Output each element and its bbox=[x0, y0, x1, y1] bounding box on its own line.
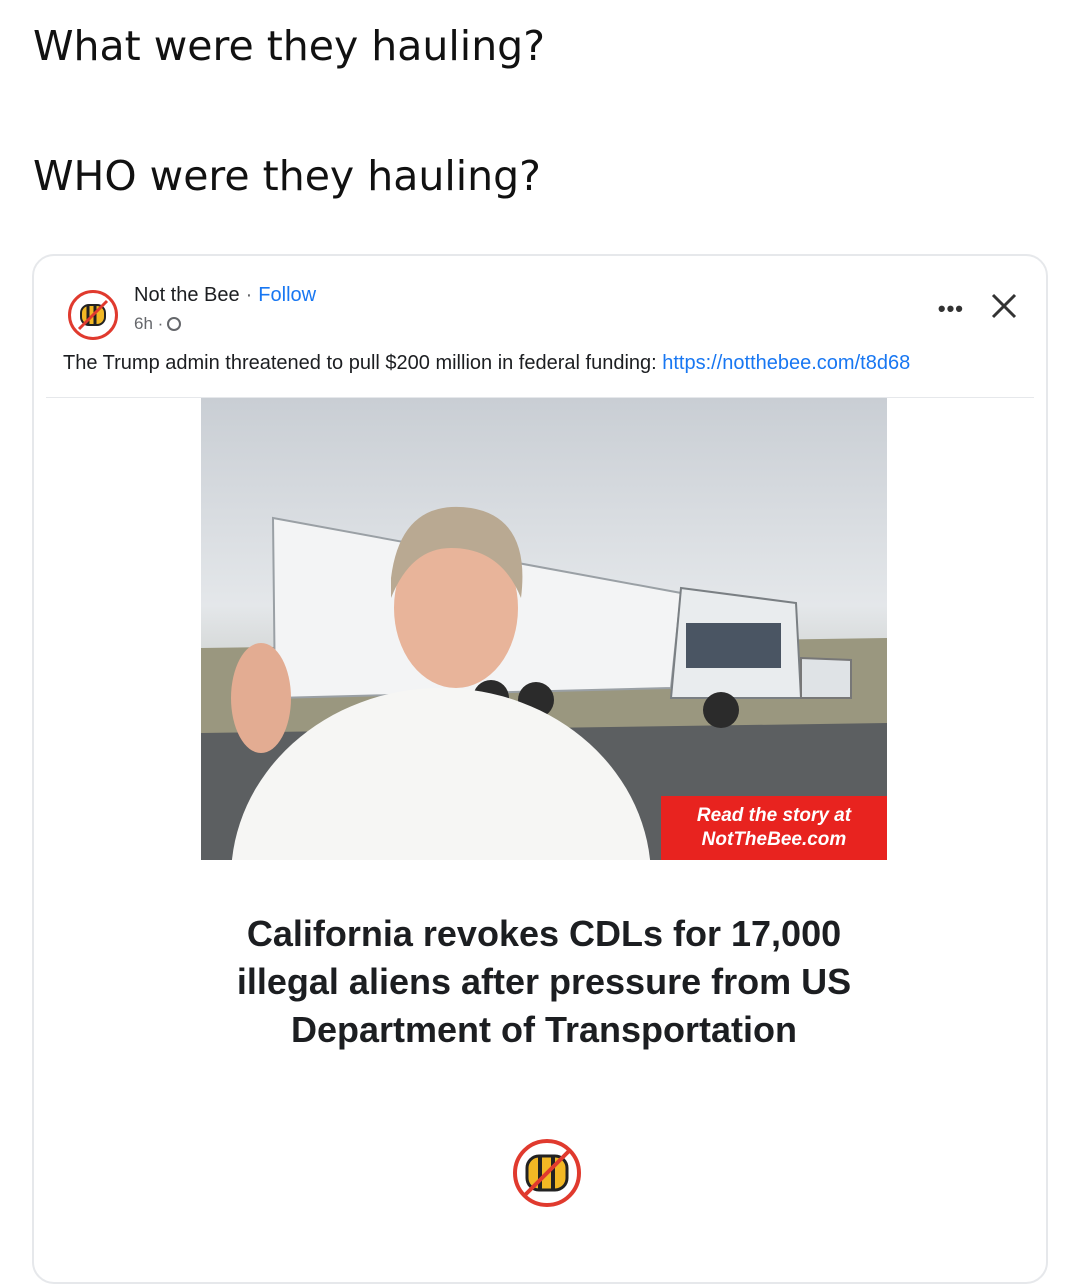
read-story-badge[interactable]: Read the story at NotTheBee.com bbox=[661, 796, 887, 860]
close-icon[interactable] bbox=[986, 288, 1022, 324]
post-text: The Trump admin threatened to pull $200 … bbox=[63, 352, 910, 375]
post-header: Not the Bee · Follow 6h · ••• bbox=[64, 282, 1024, 352]
post-meta: 6h · bbox=[134, 314, 182, 334]
page-name-line: Not the Bee · Follow bbox=[134, 284, 316, 307]
article-headline[interactable]: California revokes CDLs for 17,000 illeg… bbox=[234, 910, 854, 1054]
tweet-text-line-2: WHO were they hauling? bbox=[33, 152, 541, 200]
bee-logo-icon bbox=[74, 296, 112, 334]
article-image[interactable]: Read the story at NotTheBee.com bbox=[201, 398, 887, 860]
bee-logo-icon bbox=[510, 1136, 584, 1210]
page-name[interactable]: Not the Bee bbox=[134, 284, 240, 306]
badge-line-2: NotTheBee.com bbox=[701, 829, 847, 850]
page-avatar[interactable] bbox=[68, 290, 118, 340]
post-link[interactable]: https://notthebee.com/t8d68 bbox=[662, 352, 910, 374]
badge-line-1: Read the story at bbox=[696, 805, 852, 826]
post-body: The Trump admin threatened to pull $200 … bbox=[63, 352, 663, 374]
follow-button[interactable]: Follow bbox=[258, 284, 316, 306]
truck-scene-illustration bbox=[201, 506, 887, 860]
post-time[interactable]: 6h · bbox=[134, 314, 163, 333]
globe-icon bbox=[167, 317, 182, 331]
separator: · bbox=[245, 284, 253, 306]
embedded-post-card[interactable]: Not the Bee · Follow 6h · ••• The Trump ad… bbox=[32, 254, 1048, 1284]
more-icon[interactable]: ••• bbox=[938, 296, 964, 322]
tweet-text-line-1: What were they hauling? bbox=[33, 22, 545, 70]
